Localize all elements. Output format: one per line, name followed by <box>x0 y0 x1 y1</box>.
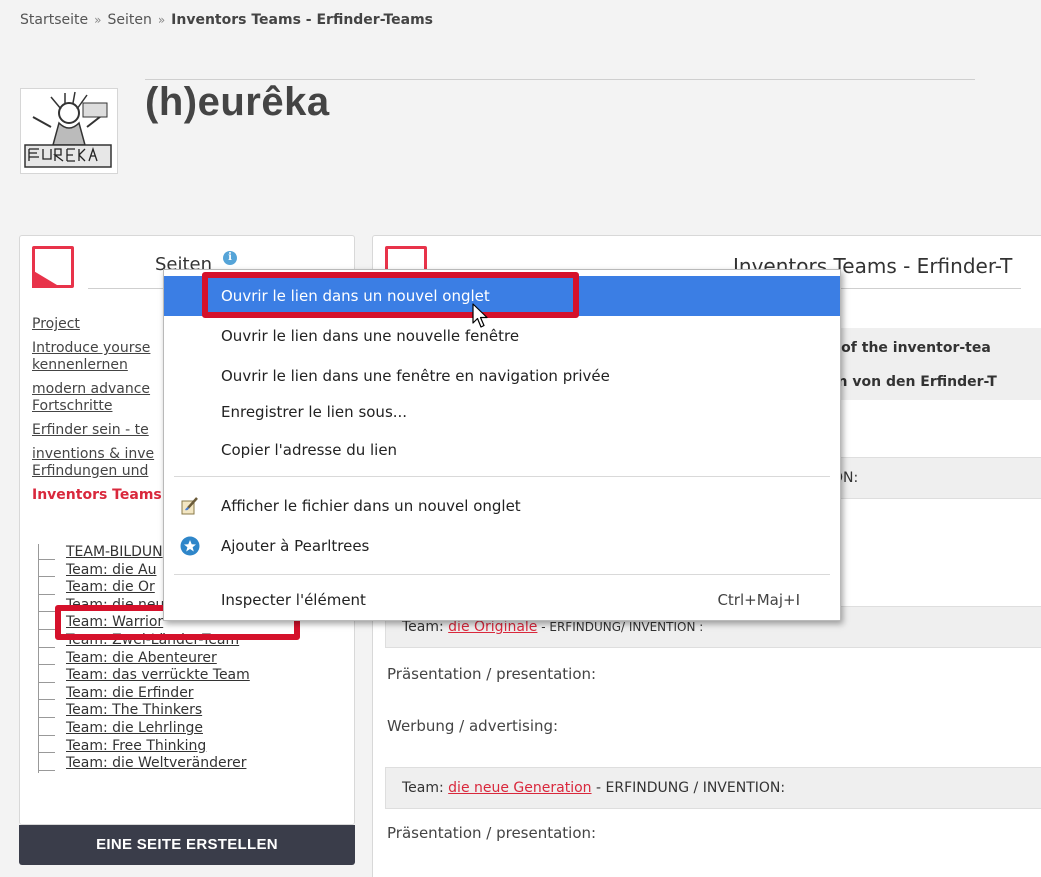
tree-connector <box>38 544 66 562</box>
page-corner-icon <box>32 246 74 288</box>
breadcrumb-separator: » <box>94 13 102 27</box>
menu-item-inspect-element[interactable]: Inspecter l'élément Ctrl+Maj+I <box>164 580 840 620</box>
mouse-cursor-icon <box>472 303 488 328</box>
intro-line-2: gen von den Erfinder-T <box>818 374 997 390</box>
tree-connector <box>38 579 66 597</box>
subnav-link-verrueckte-team[interactable]: Team: das verrückte Team <box>66 667 250 685</box>
subnav-item: Team: die Erfinder <box>38 684 338 703</box>
tree-connector <box>38 684 66 703</box>
breadcrumb-separator: » <box>157 13 166 27</box>
menu-item-open-new-window[interactable]: Ouvrir le lien dans une nouvelle fenêtre <box>164 316 840 356</box>
breadcrumb-home-link[interactable]: Startseite <box>20 12 88 28</box>
subnav-link-erfinder[interactable]: Team: die Erfinder <box>66 685 194 703</box>
shortcut-label: Ctrl+Maj+I <box>717 591 800 609</box>
subnav-item: Team: das verrückte Team <box>38 667 338 685</box>
sidebar-scroll-fade <box>20 801 354 824</box>
tree-connector <box>38 561 66 580</box>
breadcrumb-pages-link[interactable]: Seiten <box>107 12 151 28</box>
create-page-button[interactable]: EINE SEITE ERSTELLEN <box>19 825 355 865</box>
menu-item-show-file-new-tab[interactable]: Afficher le fichier dans un nouvel ongle… <box>164 486 840 526</box>
breadcrumb: Startseite » Seiten » Inventors Teams - Erfi… <box>20 12 433 28</box>
tree-connector <box>38 719 66 738</box>
subnav-link-thinkers[interactable]: Team: The Thinkers <box>66 702 202 720</box>
menu-item-save-link-as[interactable]: Enregistrer le lien sous... <box>164 392 840 432</box>
subnav-item: Team: die Lehrlinge <box>38 719 338 738</box>
breadcrumb-current: Inventors Teams - Erfinder-Teams <box>171 12 434 28</box>
info-icon[interactable]: i <box>223 251 237 265</box>
menu-item-copy-link-address[interactable]: Copier l'adresse du lien <box>164 430 840 470</box>
team-suffix: - ERFINDUNG / INVENTION: <box>591 780 786 796</box>
subnav-item: Team: The Thinkers <box>38 702 338 720</box>
subnav-link-abenteurer[interactable]: Team: die Abenteurer <box>66 650 217 668</box>
site-title[interactable]: (h)eurêka <box>145 80 330 125</box>
tree-connector <box>38 737 66 756</box>
menu-divider <box>174 574 830 575</box>
presentation-label: Präsentation / presentation: <box>387 824 597 842</box>
brush-file-icon <box>181 497 198 515</box>
tree-connector <box>38 649 66 668</box>
subnav-link-free-thinking[interactable]: Team: Free Thinking <box>66 738 206 756</box>
team-suffix: - ERFINDUNG/ INVENTION : <box>537 620 704 634</box>
advertising-label: Werbung / advertising: <box>387 717 559 735</box>
menu-item-label: Inspecter l'élément <box>221 591 366 609</box>
team-prefix: Team: <box>402 780 449 796</box>
subnav-link-team-bildung[interactable]: TEAM-BILDUN <box>66 544 163 562</box>
tree-connector <box>38 702 66 720</box>
team-prefix: Team: <box>402 619 449 635</box>
highlight-box-menu-item <box>202 272 579 318</box>
tree-connector <box>38 667 66 685</box>
menu-divider <box>174 476 830 477</box>
intro-line-1: ns of the inventor-tea <box>818 340 991 356</box>
site-logo[interactable] <box>20 88 118 174</box>
subnav-link-lehrlinge[interactable]: Team: die Lehrlinge <box>66 720 203 738</box>
subnav-link-die-au[interactable]: Team: die Au <box>66 562 156 580</box>
subnav-item: Team: die Abenteurer <box>38 649 338 668</box>
menu-item-open-incognito[interactable]: Ouvrir le lien dans une fenêtre en navig… <box>164 356 840 396</box>
subnav-link-die-originale[interactable]: Team: die Or <box>66 579 155 597</box>
team-box-neue-generation: Team: die neue Generation - ERFINDUNG / … <box>385 767 1041 809</box>
tree-connector <box>38 755 66 773</box>
team-link-neue-generation[interactable]: die neue Generation <box>448 780 591 796</box>
subnav-link-weltveraenderer[interactable]: Team: die Weltveränderer <box>66 755 246 773</box>
pearltrees-star-icon <box>180 536 200 556</box>
presentation-label: Präsentation / presentation: <box>387 665 597 683</box>
team-link-originale[interactable]: die Originale <box>448 619 537 635</box>
eureka-inventor-illustration <box>21 89 117 173</box>
menu-item-add-pearltrees[interactable]: Ajouter à Pearltrees <box>164 526 840 566</box>
context-menu: Ouvrir le lien dans un nouvel onglet Ouv… <box>163 269 841 621</box>
subnav-item: Team: die Weltveränderer <box>38 755 338 773</box>
subnav-item: Team: Free Thinking <box>38 737 338 756</box>
